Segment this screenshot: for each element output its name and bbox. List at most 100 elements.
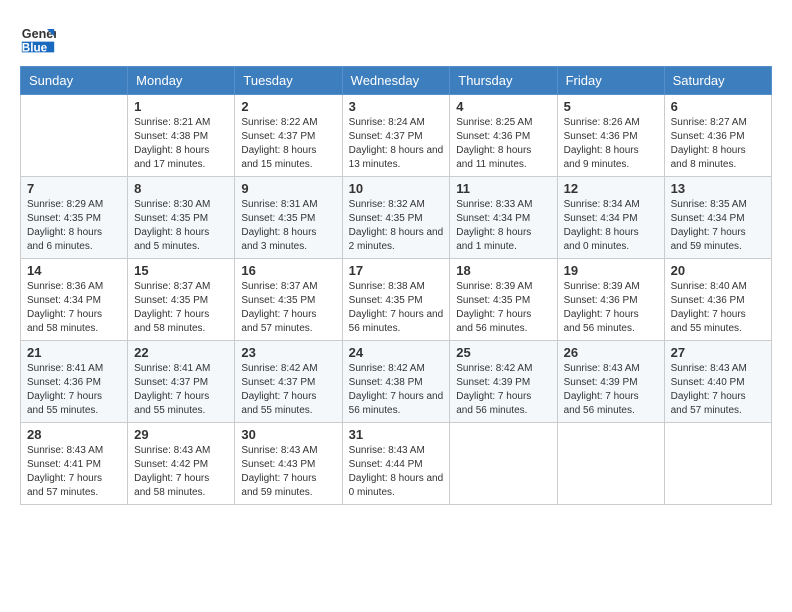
calendar-cell: 3Sunrise: 8:24 AMSunset: 4:37 PMDaylight… — [342, 95, 450, 177]
calendar-cell — [450, 423, 557, 505]
sunrise: Sunrise: 8:43 AM — [241, 445, 317, 456]
cell-info: Sunrise: 8:43 AM Sunset: 4:43 PM Daylight:… — [241, 444, 335, 500]
cell-info: Sunrise: 8:41 AMSunset: 4:37 PMDaylight:… — [134, 362, 228, 418]
sunset: Sunset: 4:34 PM — [564, 213, 638, 224]
sunrise: Sunrise: 8:39 AM — [456, 281, 532, 292]
sunrise: Sunrise: 8:43 AM — [27, 445, 103, 456]
sunrise: Sunrise: 8:37 AM — [241, 281, 317, 292]
cell-info: Sunrise: 8:37 AM Sunset: 4:35 PM Daylight:… — [241, 280, 335, 336]
calendar-cell: 31Sunrise: 8:43 AMSunset: 4:44 PMDayligh… — [342, 423, 450, 505]
sunset: Sunset: 4:35 PM — [27, 213, 101, 224]
sunset: Sunset: 4:43 PM — [241, 459, 315, 470]
daylight: Daylight: 7 hours and 56 minutes. — [349, 391, 444, 416]
sunset: Sunset: 4:38 PM — [349, 377, 423, 388]
week-row-4: 28Sunrise: 8:43 AMSunset: 4:41 PMDayligh… — [21, 423, 772, 505]
day-number: 8 — [134, 181, 228, 196]
sunset: Sunset: 4:37 PM — [241, 131, 315, 142]
sunrise: Sunrise: 8:33 AM — [456, 199, 532, 210]
day-number: 19 — [564, 263, 658, 278]
sunrise: Sunrise: 8:35 AM — [671, 199, 747, 210]
sunrise: Sunrise: 8:31 AM — [241, 199, 317, 210]
calendar-cell: 17Sunrise: 8:38 AMSunset: 4:35 PMDayligh… — [342, 259, 450, 341]
day-number: 18 — [456, 263, 550, 278]
calendar: SundayMondayTuesdayWednesdayThursdayFrid… — [20, 66, 772, 505]
week-row-3: 21Sunrise: 8:41 AMSunset: 4:36 PMDayligh… — [21, 341, 772, 423]
daylight: Daylight: 8 hours and 9 minutes. — [564, 145, 639, 170]
calendar-cell: 11Sunrise: 8:33 AMSunset: 4:34 PMDayligh… — [450, 177, 557, 259]
sunset: Sunset: 4:35 PM — [241, 295, 315, 306]
day-number: 31 — [349, 427, 444, 442]
daylight: Daylight: 8 hours and 0 minutes. — [349, 473, 444, 498]
daylight: Daylight: 7 hours and 58 minutes. — [27, 309, 102, 334]
logo-icon: General Blue — [20, 20, 56, 56]
svg-text:Blue: Blue — [22, 42, 48, 55]
header-monday: Monday — [128, 67, 235, 95]
daylight: Daylight: 8 hours and 1 minute. — [456, 227, 531, 252]
sunset: Sunset: 4:35 PM — [241, 213, 315, 224]
day-number: 5 — [564, 99, 658, 114]
cell-info: Sunrise: 8:33 AM Sunset: 4:34 PM Daylight:… — [456, 198, 550, 254]
cell-info: Sunrise: 8:27 AMSunset: 4:36 PMDaylight:… — [671, 116, 765, 172]
calendar-cell: 7Sunrise: 8:29 AMSunset: 4:35 PMDaylight… — [21, 177, 128, 259]
day-number: 26 — [564, 345, 658, 360]
daylight: Daylight: 7 hours and 56 minutes. — [456, 309, 531, 334]
calendar-cell: 18Sunrise: 8:39 AMSunset: 4:35 PMDayligh… — [450, 259, 557, 341]
sunset: Sunset: 4:36 PM — [27, 377, 101, 388]
day-number: 4 — [456, 99, 550, 114]
sunset: Sunset: 4:34 PM — [456, 213, 530, 224]
sunrise: Sunrise: 8:42 AM — [349, 363, 425, 374]
sunrise: Sunrise: 8:25 AM — [456, 117, 532, 128]
sunset: Sunset: 4:38 PM — [134, 131, 208, 142]
cell-info: Sunrise: 8:39 AMSunset: 4:36 PMDaylight:… — [564, 280, 658, 336]
sunset: Sunset: 4:36 PM — [671, 295, 745, 306]
cell-info: Sunrise: 8:21 AMSunset: 4:38 PMDaylight:… — [134, 116, 228, 172]
daylight: Daylight: 7 hours and 56 minutes. — [456, 391, 531, 416]
daylight: Daylight: 7 hours and 57 minutes. — [241, 309, 316, 334]
sunrise: Sunrise: 8:43 AM — [134, 445, 210, 456]
sunrise: Sunrise: 8:32 AM — [349, 199, 425, 210]
calendar-cell: 8 Sunrise: 8:30 AMSunset: 4:35 PMDaylight… — [128, 177, 235, 259]
daylight: Daylight: 7 hours and 58 minutes. — [134, 473, 209, 498]
cell-info: Sunrise: 8:36 AM Sunset: 4:34 PM Daylight:… — [27, 280, 121, 336]
sunrise: Sunrise: 8:36 AM — [27, 281, 103, 292]
week-row-0: 1Sunrise: 8:21 AMSunset: 4:38 PMDaylight… — [21, 95, 772, 177]
sunset: Sunset: 4:36 PM — [456, 131, 530, 142]
sunrise: Sunrise: 8:39 AM — [564, 281, 640, 292]
cell-info: Sunrise: 8:30 AMSunset: 4:35 PMDaylight:… — [134, 198, 228, 254]
sunrise: Sunrise: 8:40 AM — [671, 281, 747, 292]
calendar-cell — [21, 95, 128, 177]
header-tuesday: Tuesday — [235, 67, 342, 95]
cell-info: Sunrise: 8:22 AMSunset: 4:37 PMDaylight:… — [241, 116, 335, 172]
cell-info: Sunrise: 8:40 AMSunset: 4:36 PMDaylight:… — [671, 280, 765, 336]
daylight: Daylight: 7 hours and 58 minutes. — [134, 309, 209, 334]
logo: General Blue — [20, 20, 60, 56]
cell-info: Sunrise: 8:31 AM Sunset: 4:35 PM Daylight:… — [241, 198, 335, 254]
sunset: Sunset: 4:35 PM — [134, 213, 208, 224]
sunset: Sunset: 4:34 PM — [27, 295, 101, 306]
week-row-1: 7Sunrise: 8:29 AMSunset: 4:35 PMDaylight… — [21, 177, 772, 259]
daylight: Daylight: 8 hours and 11 minutes. — [456, 145, 531, 170]
day-number: 15 — [134, 263, 228, 278]
sunset: Sunset: 4:41 PM — [27, 459, 101, 470]
calendar-cell: 22 Sunrise: 8:41 AMSunset: 4:37 PMDayligh… — [128, 341, 235, 423]
sunset: Sunset: 4:34 PM — [671, 213, 745, 224]
sunrise: Sunrise: 8:37 AM — [134, 281, 210, 292]
calendar-cell: 25Sunrise: 8:42 AMSunset: 4:39 PMDayligh… — [450, 341, 557, 423]
daylight: Daylight: 7 hours and 59 minutes. — [241, 473, 316, 498]
sunrise: Sunrise: 8:43 AM — [349, 445, 425, 456]
cell-info: Sunrise: 8:35 AMSunset: 4:34 PMDaylight:… — [671, 198, 765, 254]
calendar-cell: 9Sunrise: 8:31 AMSunset: 4:35 PMDaylight… — [235, 177, 342, 259]
cell-info: Sunrise: 8:26 AMSunset: 4:36 PMDaylight:… — [564, 116, 658, 172]
sunrise: Sunrise: 8:42 AM — [456, 363, 532, 374]
day-number: 17 — [349, 263, 444, 278]
day-number: 22 — [134, 345, 228, 360]
calendar-cell: 26Sunrise: 8:43 AMSunset: 4:39 PMDayligh… — [557, 341, 664, 423]
daylight: Daylight: 7 hours and 56 minutes. — [349, 309, 444, 334]
sunrise: Sunrise: 8:22 AM — [241, 117, 317, 128]
sunset: Sunset: 4:42 PM — [134, 459, 208, 470]
daylight: Daylight: 7 hours and 55 minutes. — [27, 391, 102, 416]
day-number: 14 — [27, 263, 121, 278]
calendar-cell: 21Sunrise: 8:41 AMSunset: 4:36 PMDayligh… — [21, 341, 128, 423]
calendar-cell: 13Sunrise: 8:35 AMSunset: 4:34 PMDayligh… — [664, 177, 771, 259]
daylight: Daylight: 8 hours and 3 minutes. — [241, 227, 316, 252]
